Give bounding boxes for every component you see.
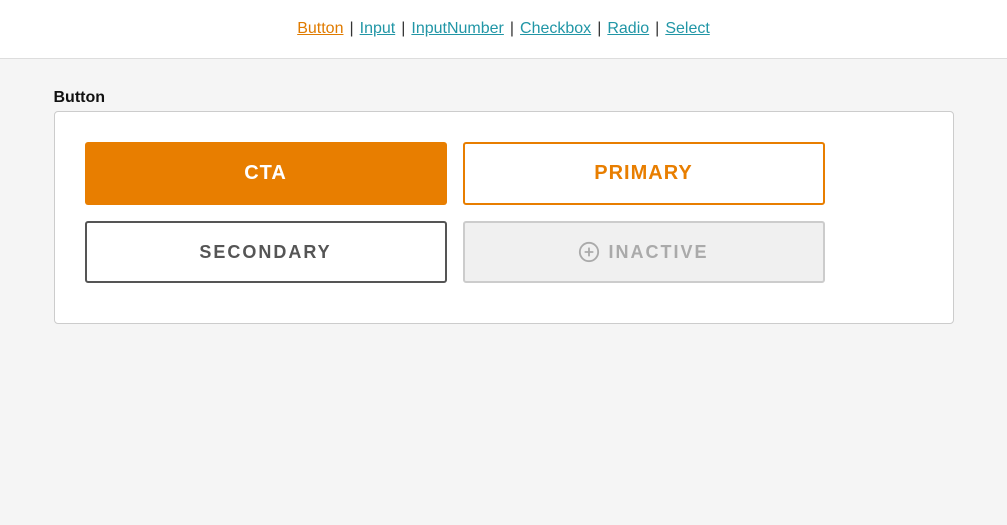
nav-separator-4: | xyxy=(597,20,601,38)
button-grid: CTA PRIMARY SECONDARY INACTIVE xyxy=(85,142,825,283)
main-content: Button CTA PRIMARY SECONDARY INACTIVE xyxy=(54,89,954,324)
nav-link-select[interactable]: Select xyxy=(665,20,709,38)
nav-link-inputnumber[interactable]: InputNumber xyxy=(411,20,504,38)
nav-link-button[interactable]: Button xyxy=(297,20,343,38)
nav-link-checkbox[interactable]: Checkbox xyxy=(520,20,591,38)
cta-button[interactable]: CTA xyxy=(85,142,447,205)
plus-circle-icon xyxy=(578,241,600,263)
nav-link-radio[interactable]: Radio xyxy=(607,20,649,38)
section-title: Button xyxy=(54,89,954,107)
button-section-card: CTA PRIMARY SECONDARY INACTIVE xyxy=(54,111,954,324)
nav-separator-1: | xyxy=(349,20,353,38)
nav-separator-3: | xyxy=(510,20,514,38)
nav-separator-2: | xyxy=(401,20,405,38)
nav-bar: Button | Input | InputNumber | Checkbox … xyxy=(0,0,1007,59)
inactive-button: INACTIVE xyxy=(463,221,825,283)
primary-button[interactable]: PRIMARY xyxy=(463,142,825,205)
secondary-button[interactable]: SECONDARY xyxy=(85,221,447,283)
nav-link-input[interactable]: Input xyxy=(360,20,396,38)
nav-separator-5: | xyxy=(655,20,659,38)
inactive-button-label: INACTIVE xyxy=(608,242,708,263)
